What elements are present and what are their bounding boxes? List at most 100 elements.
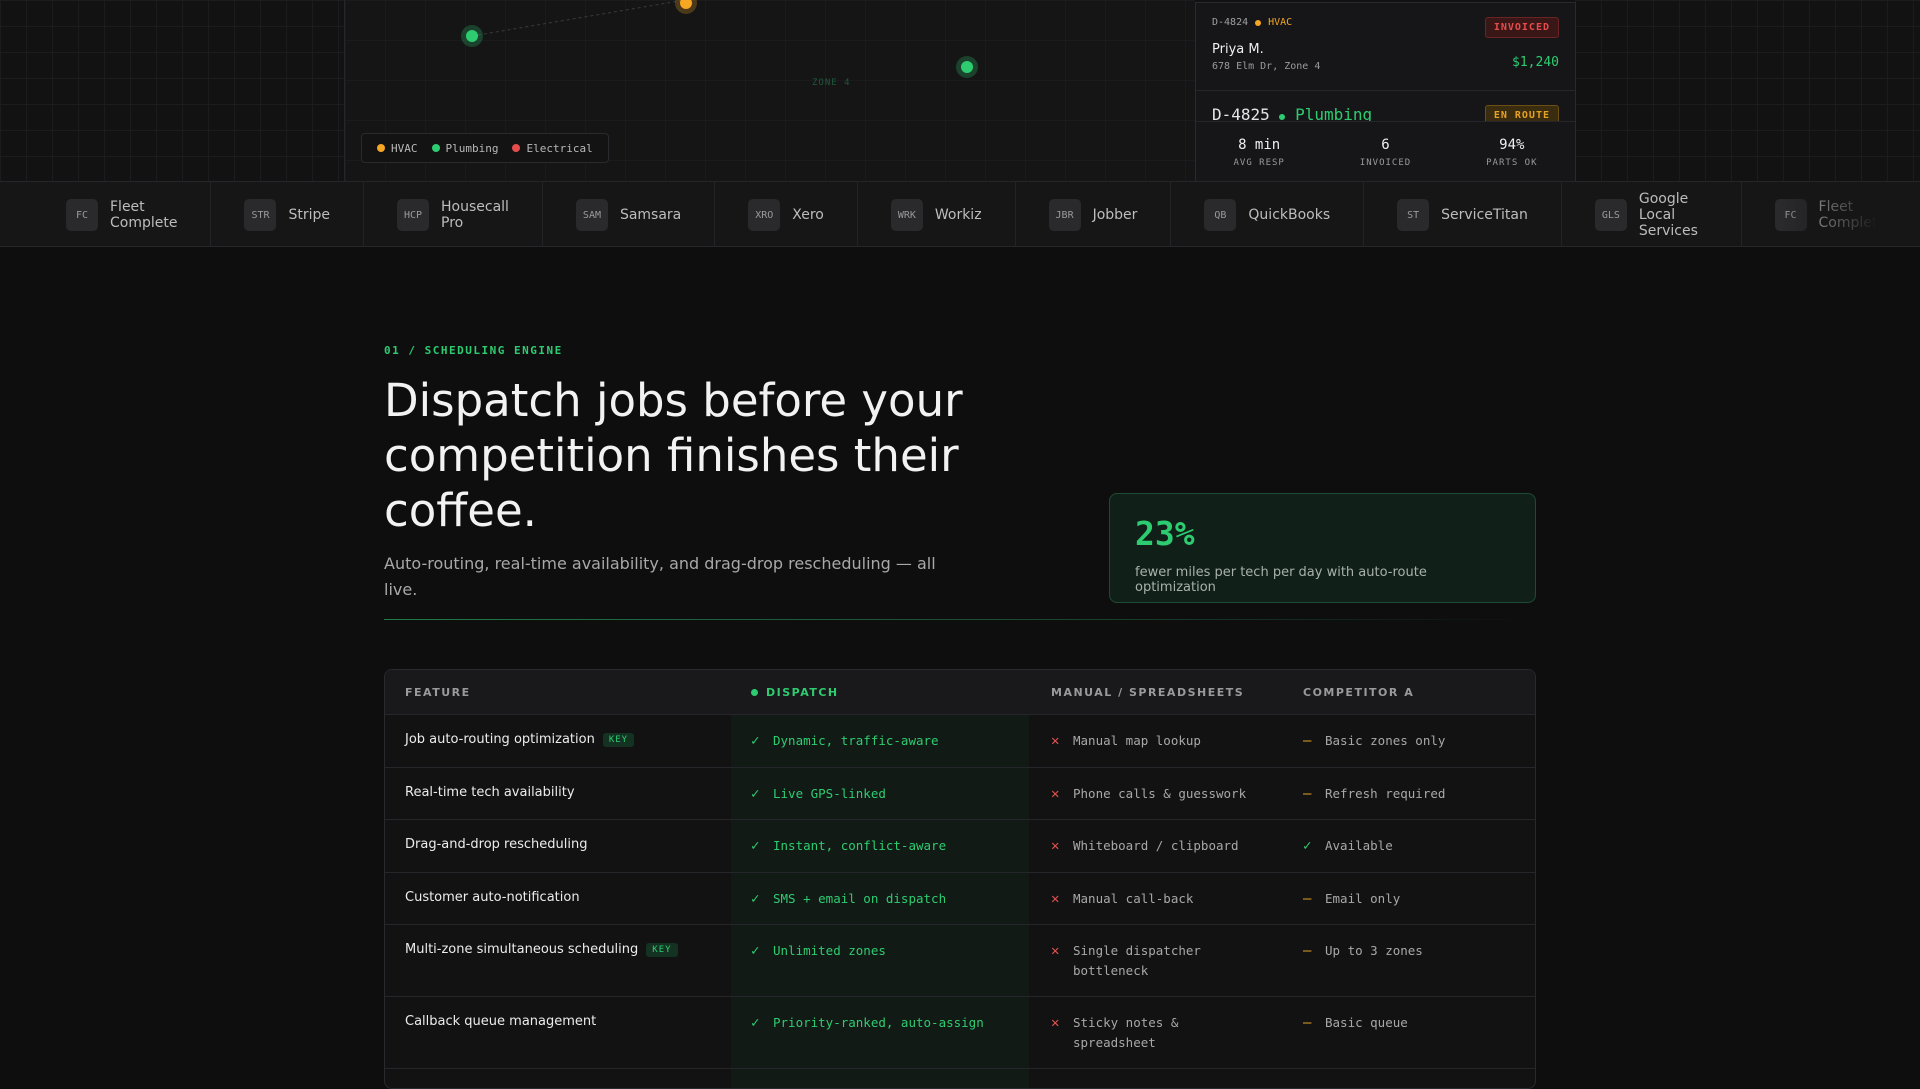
manual-cell: ✕ Manual map lookup — [1051, 731, 1271, 751]
integration-item[interactable]: JBR Jobber — [1016, 182, 1172, 246]
check-icon: ✓ — [751, 838, 760, 854]
cell-value: Dynamic, traffic-aware — [773, 733, 939, 748]
check-icon: ✓ — [751, 1015, 760, 1031]
integration-logo-icon: XRO — [748, 199, 781, 231]
dispatch-cell: ✓ SMS + email on dispatch — [751, 889, 1021, 909]
legend-label: HVAC — [391, 141, 418, 155]
integration-item[interactable]: HCP Housecall Pro — [364, 182, 543, 246]
feature-label: Multi-zone simultaneous scheduling — [405, 942, 639, 957]
strip-fade-left — [0, 182, 70, 246]
stat-card-caption: fewer miles per tech per day with auto-r… — [1135, 565, 1427, 595]
stat-label: PARTS OK — [1486, 158, 1538, 168]
map-legend: HVAC Plumbing Electrical — [361, 133, 609, 163]
grid-backdrop-left — [0, 0, 345, 181]
job-card[interactable]: D-4825 Plumbing EN ROUTE — [1196, 91, 1575, 123]
integration-logo-icon: STR — [244, 199, 277, 231]
tech-pin-plumbing[interactable] — [956, 56, 978, 78]
feature-cell: Customer auto-notification — [405, 890, 725, 905]
feature-label: Customer auto-notification — [405, 890, 580, 905]
integrations-track: FC Fleet Complete STR Stripe HCP Housecall Pr… — [33, 182, 1920, 246]
cell-value: Email only — [1325, 891, 1401, 906]
feature-cell: Real-time tech availability — [405, 785, 725, 800]
integration-name: Jobber — [1092, 207, 1138, 223]
dispatch-cell: ✓ Live GPS-linked — [751, 784, 1021, 804]
stat-value: 6 — [1381, 137, 1390, 153]
table-row: Callback queue management ✓ Priority-ranke… — [385, 997, 1535, 1069]
integration-item[interactable]: ST ServiceTitan — [1364, 182, 1562, 246]
table-row: Real-time tech availability ✓ Live GPS-lin… — [385, 768, 1535, 820]
integration-name: Google Local Services — [1638, 191, 1698, 239]
stat-label: INVOICED — [1359, 158, 1412, 168]
feature-label: Job auto-routing optimization — [405, 732, 595, 747]
integration-logo-icon: QB — [1204, 199, 1237, 231]
comparison-table: FEATURE DISPATCH MANUAL / SPREADSHEETS C… — [384, 669, 1536, 1089]
integration-item[interactable]: STR Stripe — [211, 182, 365, 246]
integration-logo-icon: SAM — [575, 199, 608, 231]
integration-name: QuickBooks — [1248, 207, 1331, 223]
feature-label: Callback queue management — [405, 1014, 597, 1029]
legend-label: Plumbing — [445, 141, 499, 155]
cell-value: Sticky notes & spreadsheet — [1073, 1015, 1179, 1050]
stat-label: AVG RESP — [1233, 158, 1285, 168]
integration-item[interactable]: XRO Xero — [715, 182, 858, 246]
integration-name: ServiceTitan — [1441, 207, 1528, 223]
integration-item[interactable]: WRK Workiz — [858, 182, 1016, 246]
job-card[interactable]: D-4824 HVAC INVOICED Priya M. 678 Elm Dr… — [1196, 3, 1575, 91]
integration-item[interactable]: GLS Google Local Services — [1562, 182, 1742, 246]
cross-icon: ✕ — [1051, 943, 1060, 959]
stat-parts-ok: 94% PARTS OK — [1449, 122, 1575, 181]
competitor-cell: — Up to 3 zones — [1303, 941, 1523, 961]
zone-label: ZONE 4 — [812, 78, 851, 88]
section-headline: Dispatch jobs before your competition fi… — [384, 374, 963, 537]
legend-item-electrical: Electrical — [512, 142, 593, 155]
integration-logo-icon: HCP — [397, 199, 430, 231]
stat-card: 23% fewer miles per tech per day with au… — [1109, 493, 1536, 603]
cell-value: Available — [1325, 838, 1393, 853]
competitor-cell: — Basic queue — [1303, 1013, 1523, 1033]
header-feature: FEATURE — [405, 686, 471, 699]
key-badge: KEY — [602, 732, 635, 747]
integration-item[interactable]: QB QuickBooks — [1171, 182, 1365, 246]
cell-value: Single dispatcher bottleneck — [1073, 943, 1201, 978]
check-icon: ✓ — [1303, 838, 1312, 854]
integration-item[interactable]: SAM Samsara — [543, 182, 716, 246]
plumbing-dot-icon — [431, 144, 440, 152]
table-row: Job auto-routing optimization KEY ✓ Dynamic… — [385, 715, 1535, 768]
cell-value: Live GPS-linked — [773, 786, 886, 801]
feature-cell: Job auto-routing optimization KEY — [405, 732, 725, 747]
cell-value: Whiteboard / clipboard — [1073, 838, 1239, 853]
dispatch-cell: ✓ Instant, conflict-aware — [751, 836, 1021, 856]
cell-value: Manual call-back — [1073, 891, 1194, 906]
check-icon: ✓ — [751, 786, 760, 802]
cell-value: Phone calls & guesswork — [1073, 786, 1247, 801]
cross-icon: ✕ — [1051, 891, 1060, 907]
job-list-panel: D-4824 HVAC INVOICED Priya M. 678 Elm Dr… — [1195, 2, 1576, 181]
stat-card-value: 23% — [1135, 514, 1195, 553]
hvac-dot-icon — [377, 144, 385, 152]
dispatch-dot-icon — [751, 689, 758, 696]
table-row: Customer auto-notification ✓ SMS + email o… — [385, 873, 1535, 925]
stat-avg-resp: 8 min AVG RESP — [1196, 122, 1322, 181]
header-competitor: COMPETITOR A — [1303, 686, 1415, 699]
dash-icon: — — [1303, 733, 1312, 749]
competitor-cell: — Basic zones only — [1303, 731, 1523, 751]
cell-value: Basic zones only — [1325, 733, 1446, 748]
check-icon: ✓ — [751, 891, 760, 907]
cross-icon: ✕ — [1051, 733, 1060, 749]
customer-name: Priya M. — [1212, 42, 1264, 57]
cell-value: Up to 3 zones — [1325, 943, 1423, 958]
manual-cell: ✕ Manual call-back — [1051, 889, 1271, 909]
feature-cell: Drag-and-drop rescheduling — [405, 837, 725, 852]
integration-name: Workiz — [934, 207, 982, 223]
tech-pin-plumbing[interactable] — [461, 25, 483, 47]
section-eyebrow: 01 / SCHEDULING ENGINE — [384, 344, 563, 357]
feature-label: Drag-and-drop rescheduling — [405, 837, 588, 852]
job-stats: 8 min AVG RESP 6 INVOICED 94% PARTS OK — [1196, 121, 1575, 181]
customer-address: 678 Elm Dr, Zone 4 — [1212, 61, 1321, 72]
table-row: Drag-and-drop rescheduling ✓ Instant, conf… — [385, 820, 1535, 873]
job-amount: $1,240 — [1512, 55, 1559, 70]
legend-item-hvac: HVAC — [377, 142, 418, 155]
cell-value: Instant, conflict-aware — [773, 838, 947, 853]
cell-value: SMS + email on dispatch — [773, 891, 947, 906]
dispatch-cell: ✓ Unlimited zones — [751, 941, 1021, 961]
